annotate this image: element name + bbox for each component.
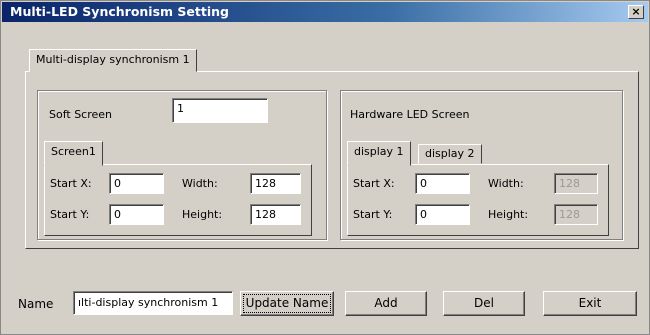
soft-start-y-input[interactable]: 0 <box>109 204 164 225</box>
window-title: Multi-LED Synchronism Setting <box>10 4 229 19</box>
display-1-panel: Start X: 0 Width: 128 Start Y: 0 Height:… <box>347 164 609 236</box>
soft-start-x-input[interactable]: 0 <box>109 173 164 194</box>
title-bar[interactable]: Multi-LED Synchronism Setting × <box>2 2 648 22</box>
soft-screen-input[interactable]: 1 <box>172 98 268 123</box>
hardware-led-screen-group: Hardware LED Screen display 1 display 2 … <box>340 90 623 240</box>
name-input[interactable]: ılti-display synchronism 1 <box>73 291 233 315</box>
width-label: Width: <box>182 177 218 190</box>
tab-multi-display-synchronism-1[interactable]: Multi-display synchronism 1 <box>29 49 197 72</box>
tab-panel: Soft Screen 1 Screen1 Start X: 0 Width: … <box>25 71 639 249</box>
hardware-led-screen-label: Hardware LED Screen <box>350 108 470 121</box>
del-button[interactable]: Del <box>443 291 525 316</box>
soft-screen-group: Soft Screen 1 Screen1 Start X: 0 Width: … <box>37 90 327 240</box>
hw-start-x-input[interactable]: 0 <box>415 173 470 194</box>
update-name-button[interactable]: Update Name <box>240 291 334 316</box>
start-y-label: Start Y: <box>353 208 393 221</box>
start-y-label: Start Y: <box>50 208 90 221</box>
hw-start-y-input[interactable]: 0 <box>415 204 470 225</box>
close-button[interactable]: × <box>628 5 644 19</box>
hw-height-input: 128 <box>554 204 598 225</box>
start-x-label: Start X: <box>50 177 92 190</box>
soft-height-input[interactable]: 128 <box>250 204 301 225</box>
tab-display-2[interactable]: display 2 <box>418 144 482 164</box>
hw-width-input: 128 <box>554 173 598 194</box>
width-label: Width: <box>488 177 524 190</box>
screen1-panel: Start X: 0 Width: 128 Start Y: 0 Height:… <box>44 164 312 236</box>
height-label: Height: <box>488 208 529 221</box>
exit-button[interactable]: Exit <box>543 291 637 316</box>
start-x-label: Start X: <box>353 177 395 190</box>
tab-display-1[interactable]: display 1 <box>347 141 411 166</box>
soft-screen-label: Soft Screen <box>49 108 113 121</box>
add-button[interactable]: Add <box>345 291 427 316</box>
tab-screen1[interactable]: Screen1 <box>44 141 103 166</box>
dialog-window: Multi-LED Synchronism Setting × Multi-di… <box>0 0 650 335</box>
soft-width-input[interactable]: 128 <box>250 173 301 194</box>
name-label: Name <box>18 297 54 311</box>
height-label: Height: <box>182 208 223 221</box>
